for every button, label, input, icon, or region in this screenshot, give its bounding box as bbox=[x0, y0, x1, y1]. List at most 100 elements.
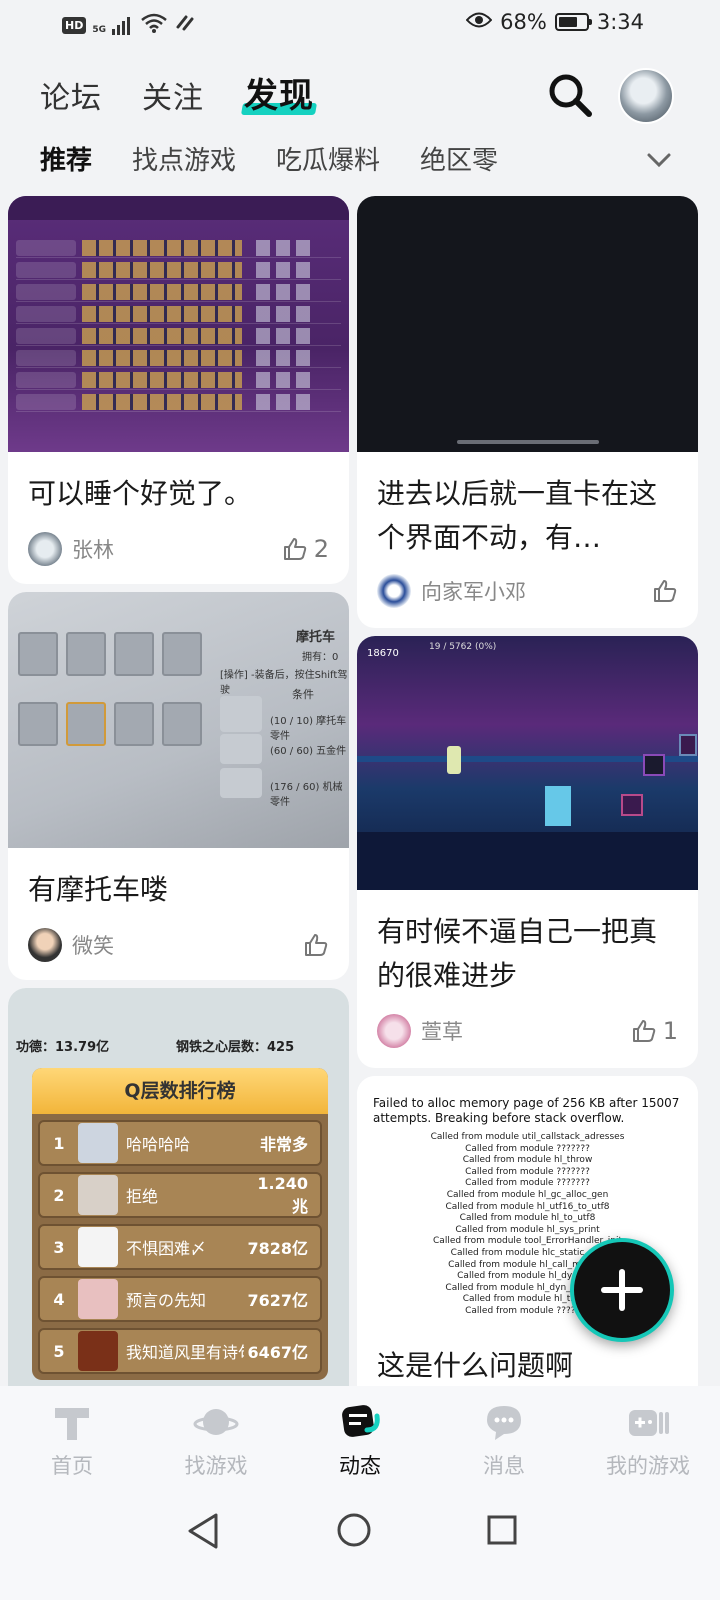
rank-number: 1 bbox=[53, 1133, 65, 1153]
tab-feed[interactable]: 动态 bbox=[300, 1386, 420, 1496]
post-card[interactable]: 进去以后就一直卡在这个界面不动，有… 向家军小邓 bbox=[357, 196, 698, 628]
rank-avatar bbox=[78, 1123, 118, 1163]
error-head: Failed to alloc memory page of 256 KB af… bbox=[373, 1096, 680, 1125]
image-ground bbox=[357, 832, 698, 890]
error-line: Called from module ??????? bbox=[465, 1166, 590, 1177]
like-button[interactable] bbox=[652, 578, 678, 604]
error-line: Called from module ??????? bbox=[465, 1143, 590, 1154]
author-name[interactable]: 张林 bbox=[72, 534, 282, 564]
tab-my-games[interactable]: 我的游戏 bbox=[588, 1386, 708, 1496]
category-more-button[interactable] bbox=[645, 150, 673, 170]
chip-recommended[interactable]: 推荐 bbox=[40, 140, 92, 177]
chip-find-games[interactable]: 找点游戏 bbox=[132, 140, 236, 177]
image-text: 18670 bbox=[367, 648, 399, 659]
recents-square-icon[interactable] bbox=[486, 1514, 518, 1546]
image-home-indicator bbox=[457, 440, 599, 444]
search-button[interactable] bbox=[545, 70, 595, 120]
back-triangle-icon[interactable] bbox=[186, 1512, 220, 1550]
top-nav: 论坛 关注 发现 bbox=[40, 68, 314, 117]
rank-name: 不惧困难〆 bbox=[126, 1239, 207, 1258]
post-card[interactable]: Failed to alloc memory page of 256 KB af… bbox=[357, 1076, 698, 1408]
tab-forum[interactable]: 论坛 bbox=[40, 73, 102, 117]
post-meta: 微笑 bbox=[28, 928, 329, 962]
image-slot bbox=[66, 632, 106, 676]
author-name[interactable]: 微笑 bbox=[72, 930, 303, 960]
rank-value: 非常多 bbox=[259, 1135, 308, 1154]
post-card[interactable]: 18670 19 / 5762 (0%) 有时候不逼自己一把真的很难进步 萱草 … bbox=[357, 636, 698, 1068]
tab-find-games[interactable]: 找游戏 bbox=[156, 1386, 276, 1496]
rank-name: 拒绝 bbox=[126, 1187, 159, 1206]
rank-number: 3 bbox=[53, 1237, 65, 1257]
error-line: Called from module hl_sys_print bbox=[455, 1224, 600, 1235]
image-slot bbox=[162, 702, 202, 746]
thumbs-up-icon bbox=[305, 934, 328, 956]
chip-gossip[interactable]: 吃瓜爆料 bbox=[276, 140, 380, 177]
image-row bbox=[16, 304, 341, 324]
tab-discover[interactable]: 发现 bbox=[244, 68, 314, 117]
image-slot bbox=[18, 632, 58, 676]
image-slot bbox=[114, 702, 154, 746]
like-count: 1 bbox=[662, 1017, 678, 1045]
image-text: 19 / 5762 (0%) bbox=[429, 642, 497, 652]
image-text: 摩托车 bbox=[296, 630, 336, 645]
status-bar: HD 5G 68% 3:34 bbox=[0, 0, 720, 50]
clock: 3:34 bbox=[596, 10, 644, 34]
tab-following[interactable]: 关注 bbox=[142, 73, 204, 117]
ranking-row: 3 不惧困难〆 7828亿 bbox=[38, 1224, 322, 1270]
home-circle-icon[interactable] bbox=[336, 1512, 372, 1548]
ranking-title: Q层数排行榜 bbox=[32, 1068, 328, 1114]
user-avatar[interactable] bbox=[618, 68, 674, 124]
image-row bbox=[16, 282, 341, 302]
image-text: [操作] -装备后，按住Shift驾驶 bbox=[220, 670, 348, 696]
image-text: (60 / 60) 五金件 bbox=[270, 746, 347, 757]
author-avatar[interactable] bbox=[28, 928, 62, 962]
signal-label: 5G bbox=[92, 25, 106, 35]
rank-value: 7627亿 bbox=[247, 1291, 308, 1310]
bottom-tab-bar: 首页 找游戏 动态 消息 我的游戏 bbox=[0, 1386, 720, 1496]
image-waterfall bbox=[545, 786, 571, 826]
image-row bbox=[16, 392, 341, 412]
tab-home[interactable]: 首页 bbox=[12, 1386, 132, 1496]
ranking-row: 5 我知道风里有诗句 6467亿 bbox=[38, 1328, 322, 1374]
tab-label: 找游戏 bbox=[184, 1454, 248, 1478]
rank-value: 7828亿 bbox=[247, 1239, 308, 1258]
rank-avatar bbox=[78, 1227, 118, 1267]
item-slot bbox=[621, 794, 643, 816]
rank-name: 预言の先知 bbox=[126, 1291, 207, 1310]
author-avatar[interactable] bbox=[377, 574, 411, 608]
image-slot bbox=[66, 702, 106, 746]
post-card[interactable]: 摩托车 拥有：0 [操作] -装备后，按住Shift驾驶 条件 (10 / 10… bbox=[8, 592, 349, 980]
image-text: 条件 bbox=[292, 688, 314, 701]
error-line: Called from module hl_utf16_to_utf8 bbox=[445, 1201, 610, 1212]
chip-zenless-zone-zero[interactable]: 绝区零 bbox=[420, 140, 498, 177]
image-text: 拥有：0 bbox=[302, 652, 339, 663]
post-image bbox=[8, 196, 349, 452]
ranking-row: 4 预言の先知 7627亿 bbox=[38, 1276, 322, 1322]
post-meta: 萱草 1 bbox=[377, 1014, 678, 1048]
like-button[interactable]: 2 bbox=[282, 535, 329, 563]
create-post-button[interactable] bbox=[570, 1238, 674, 1342]
thumbs-up-icon bbox=[654, 580, 677, 602]
post-title: 有摩托车喽 bbox=[28, 873, 169, 906]
post-title: 可以睡个好觉了。 bbox=[28, 477, 253, 510]
like-button[interactable] bbox=[303, 932, 329, 958]
author-avatar[interactable] bbox=[377, 1014, 411, 1048]
rank-avatar bbox=[78, 1175, 118, 1215]
post-image: 功德：13.79亿 钢铁之心层数：425 Q层数排行榜 1 哈哈哈哈 非常多 2… bbox=[8, 988, 349, 1408]
tab-messages[interactable]: 消息 bbox=[444, 1386, 564, 1496]
post-card[interactable]: 可以睡个好觉了。 张林 2 bbox=[8, 196, 349, 584]
image-header bbox=[8, 196, 349, 220]
battery-icon bbox=[554, 13, 592, 31]
author-name[interactable]: 向家军小邓 bbox=[421, 576, 652, 606]
post-image: 18670 19 / 5762 (0%) bbox=[357, 636, 698, 890]
tab-label: 动态 bbox=[339, 1454, 381, 1478]
post-meta: 向家军小邓 bbox=[377, 574, 678, 608]
image-text: 功德：13.79亿 bbox=[16, 1040, 110, 1055]
author-name[interactable]: 萱草 bbox=[421, 1016, 631, 1046]
author-avatar[interactable] bbox=[28, 532, 62, 566]
like-button[interactable]: 1 bbox=[631, 1017, 678, 1045]
rank-number: 4 bbox=[53, 1289, 65, 1309]
post-card[interactable]: 功德：13.79亿 钢铁之心层数：425 Q层数排行榜 1 哈哈哈哈 非常多 2… bbox=[8, 988, 349, 1408]
ranking-row: 1 哈哈哈哈 非常多 bbox=[38, 1120, 322, 1166]
home-t-icon bbox=[55, 1408, 89, 1440]
